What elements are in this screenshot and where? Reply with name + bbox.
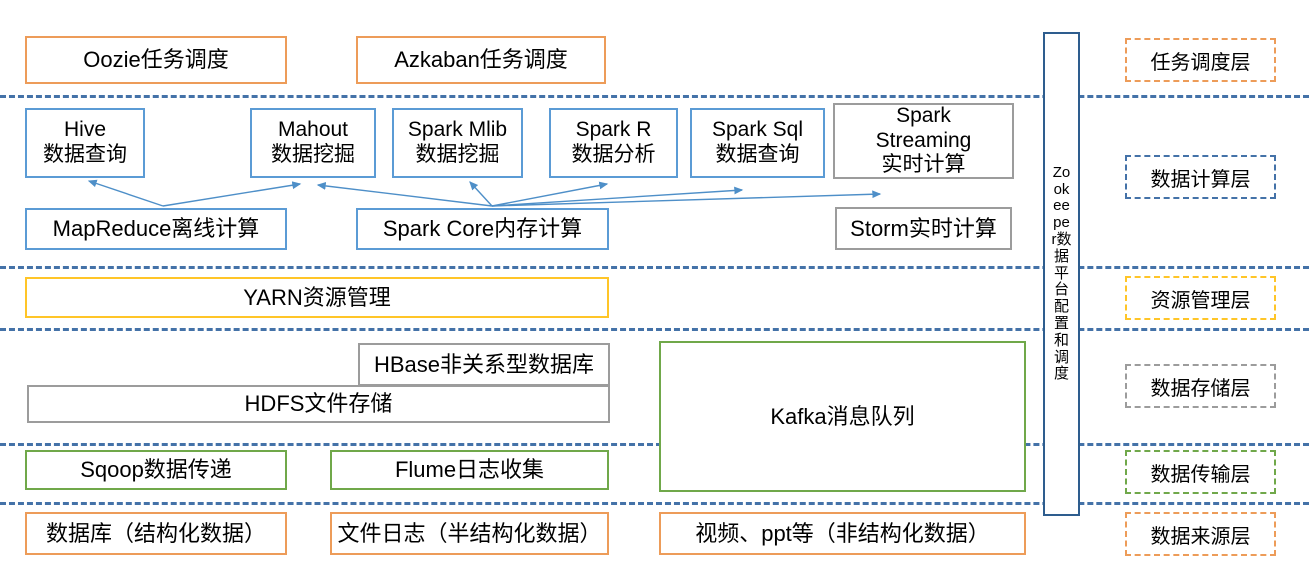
component-spark-mlib[interactable]: Spark Mlib 数据挖掘 (392, 108, 523, 178)
layer-separator-2 (0, 266, 1309, 269)
component-flume[interactable]: Flume日志收集 (330, 450, 609, 490)
component-unstructured-source[interactable]: 视频、ppt等（非结构化数据） (659, 512, 1026, 555)
layer-tag-data-compute: 数据计算层 (1125, 155, 1276, 199)
component-sqoop[interactable]: Sqoop数据传递 (25, 450, 287, 490)
layer-separator-5 (0, 502, 1309, 505)
component-hbase[interactable]: HBase非关系型数据库 (358, 343, 610, 386)
layer-separator-1 (0, 95, 1309, 98)
component-mapreduce[interactable]: MapReduce离线计算 (25, 208, 287, 250)
component-mahout[interactable]: Mahout 数据挖掘 (250, 108, 376, 178)
component-hdfs[interactable]: HDFS文件存储 (27, 385, 610, 423)
component-storm[interactable]: Storm实时计算 (835, 207, 1012, 250)
component-hive[interactable]: Hive 数据查询 (25, 108, 145, 178)
component-spark-r[interactable]: Spark R 数据分析 (549, 108, 678, 178)
layer-tag-data-transport: 数据传输层 (1125, 450, 1276, 494)
layer-separator-4 (0, 443, 1309, 446)
zookeeper-label: Zookeeper数据平台配置和调度 (1051, 163, 1072, 383)
component-database-source[interactable]: 数据库（结构化数据） (25, 512, 287, 555)
component-zookeeper[interactable]: Zookeeper数据平台配置和调度 (1043, 32, 1080, 516)
layer-tag-task-scheduling: 任务调度层 (1125, 38, 1276, 82)
layer-tag-resource-management: 资源管理层 (1125, 276, 1276, 320)
layer-tag-data-source: 数据来源层 (1125, 512, 1276, 556)
component-oozie[interactable]: Oozie任务调度 (25, 36, 287, 84)
component-azkaban[interactable]: Azkaban任务调度 (356, 36, 606, 84)
component-file-log-source[interactable]: 文件日志（半结构化数据） (330, 512, 609, 555)
component-kafka[interactable]: Kafka消息队列 (659, 341, 1026, 492)
component-spark-core[interactable]: Spark Core内存计算 (356, 208, 609, 250)
architecture-diagram: Oozie任务调度 Azkaban任务调度 Hive 数据查询 Mahout 数… (0, 0, 1309, 562)
component-yarn[interactable]: YARN资源管理 (25, 277, 609, 318)
component-spark-streaming[interactable]: Spark Streaming 实时计算 (833, 103, 1014, 179)
layer-tag-data-storage: 数据存储层 (1125, 364, 1276, 408)
layer-separator-3 (0, 328, 1309, 331)
component-spark-sql[interactable]: Spark Sql 数据查询 (690, 108, 825, 178)
